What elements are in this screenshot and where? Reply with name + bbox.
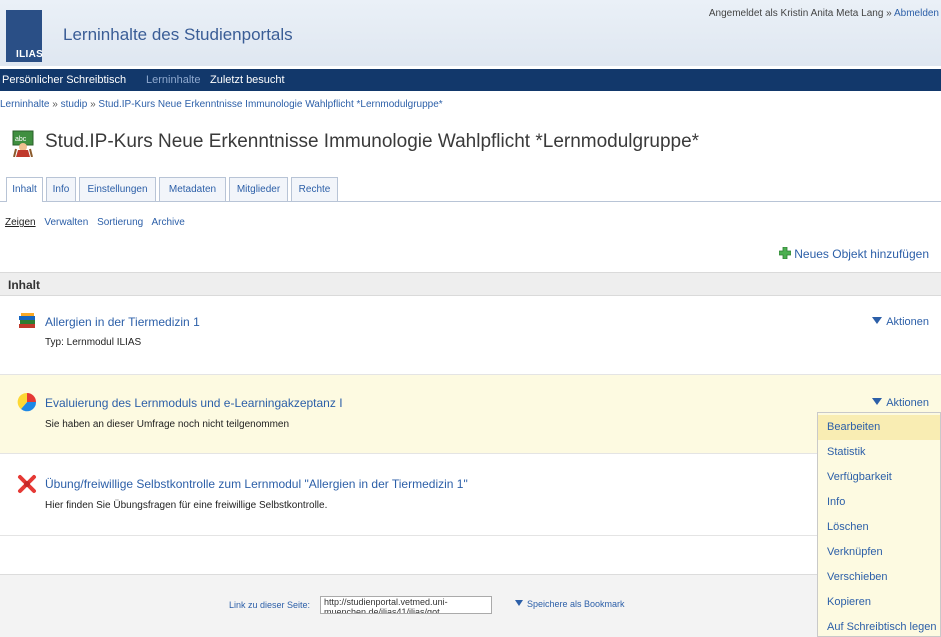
item-title-link[interactable]: Evaluierung des Lernmoduls und e-Learnin… xyxy=(45,396,343,410)
actions-button[interactable]: Aktionen xyxy=(872,316,929,328)
ilias-logo[interactable]: ILIAS xyxy=(6,10,44,62)
block-heading: Inhalt xyxy=(8,278,40,292)
list-item: Evaluierung des Lernmoduls und e-Learnin… xyxy=(0,375,941,454)
test-icon xyxy=(18,475,36,493)
course-group-icon: abc xyxy=(12,130,34,157)
menu-item-desktop[interactable]: Persönlicher Schreibtisch xyxy=(2,74,126,86)
tab-rechte[interactable]: Rechte xyxy=(291,177,338,201)
item-title-link[interactable]: Übung/freiwillige Selbstkontrolle zum Le… xyxy=(45,477,468,491)
main-menu: Persönlicher Schreibtisch Lerninhalte Zu… xyxy=(0,69,941,91)
menu-item-kopieren[interactable]: Kopieren xyxy=(818,590,940,615)
menu-item-verschieben[interactable]: Verschieben xyxy=(818,565,940,590)
logo-text: ILIAS xyxy=(16,49,44,60)
add-object-label: Neues Objekt hinzufügen xyxy=(794,247,929,261)
page-title: Stud.IP-Kurs Neue Erkenntnisse Immunolog… xyxy=(45,131,700,152)
list-item: Übung/freiwillige Selbstkontrolle zum Le… xyxy=(0,454,941,536)
svg-text:abc: abc xyxy=(15,136,27,143)
menu-item-verknuepfen[interactable]: Verknüpfen xyxy=(818,540,940,565)
sub-tabs: Zeigen Verwalten Sortierung Archive xyxy=(5,217,191,228)
menu-item-schreibtisch[interactable]: Auf Schreibtisch legen xyxy=(818,615,940,637)
add-object-link[interactable]: Neues Objekt hinzufügen xyxy=(779,246,929,261)
page-header: ILIAS Lerninhalte des Studienportals Ang… xyxy=(0,0,941,66)
breadcrumb-sep: » xyxy=(90,99,96,110)
breadcrumb-item-lerninhalte[interactable]: Lerninhalte xyxy=(0,99,49,110)
tab-baseline xyxy=(0,201,941,202)
menu-item-loeschen[interactable]: Löschen xyxy=(818,515,940,540)
tab-mitglieder[interactable]: Mitglieder xyxy=(229,177,288,201)
survey-icon xyxy=(17,392,37,412)
bookmark-label: Speichere als Bookmark xyxy=(527,599,625,609)
actions-label: Aktionen xyxy=(886,397,929,409)
plus-icon xyxy=(779,247,792,259)
item-description: Hier finden Sie Übungsfragen für eine fr… xyxy=(45,500,328,511)
menu-item-verfuegbarkeit[interactable]: Verfügbarkeit xyxy=(818,465,940,490)
tab-metadaten[interactable]: Metadaten xyxy=(159,177,226,201)
menu-item-lerninhalte[interactable]: Lerninhalte xyxy=(146,74,200,86)
actions-dropdown-menu: Bearbeiten Statistik Verfügbarkeit Info … xyxy=(817,412,941,637)
logged-in-label: Angemeldet als Kristin Anita Meta Lang xyxy=(708,8,884,19)
menu-item-statistik[interactable]: Statistik xyxy=(818,440,940,465)
triangle-down-icon xyxy=(872,317,883,324)
menu-item-bearbeiten[interactable]: Bearbeiten xyxy=(818,415,940,440)
bookmark-button[interactable]: Speichere als Bookmark xyxy=(515,599,625,609)
site-title: Lerninhalte des Studienportals xyxy=(63,25,293,44)
breadcrumb-item-course[interactable]: Stud.IP-Kurs Neue Erkenntnisse Immunolog… xyxy=(98,99,442,110)
breadcrumb: Lerninhalte » studip » Stud.IP-Kurs Neue… xyxy=(0,99,443,110)
list-item: Allergien in der Tiermedizin 1 Typ: Lern… xyxy=(0,297,941,375)
permalink-label: Link zu dieser Seite: xyxy=(229,600,311,610)
subtab-verwalten[interactable]: Verwalten xyxy=(44,217,88,228)
tab-info[interactable]: Info xyxy=(46,177,76,201)
permalink-field[interactable]: http://studienportal.vetmed.uni-muenchen… xyxy=(320,596,492,614)
breadcrumb-item-studip[interactable]: studip xyxy=(61,99,88,110)
tab-inhalt[interactable]: Inhalt xyxy=(6,177,43,202)
user-info: Angemeldet als Kristin Anita Meta Lang »… xyxy=(709,8,939,19)
item-description: Sie haben an dieser Umfrage noch nicht t… xyxy=(45,419,290,430)
logout-link[interactable]: Abmelden xyxy=(894,8,939,19)
actions-button[interactable]: Aktionen xyxy=(872,397,929,409)
subtab-zeigen[interactable]: Zeigen xyxy=(5,217,36,228)
learning-module-icon xyxy=(19,313,35,328)
item-description: Typ: Lernmodul ILIAS xyxy=(45,337,142,348)
item-title-link[interactable]: Allergien in der Tiermedizin 1 xyxy=(45,315,200,329)
menu-item-info[interactable]: Info xyxy=(818,490,940,515)
subtab-archive[interactable]: Archive xyxy=(151,217,184,228)
actions-label: Aktionen xyxy=(886,316,929,328)
menu-item-recent[interactable]: Zuletzt besucht xyxy=(210,74,285,86)
content-block-header: Inhalt xyxy=(0,272,941,296)
triangle-down-icon xyxy=(872,398,883,405)
tab-einstellungen[interactable]: Einstellungen xyxy=(79,177,156,201)
triangle-down-icon xyxy=(515,600,523,606)
user-sep: » xyxy=(886,8,892,19)
subtab-sortierung[interactable]: Sortierung xyxy=(97,217,143,228)
breadcrumb-sep: » xyxy=(52,99,58,110)
